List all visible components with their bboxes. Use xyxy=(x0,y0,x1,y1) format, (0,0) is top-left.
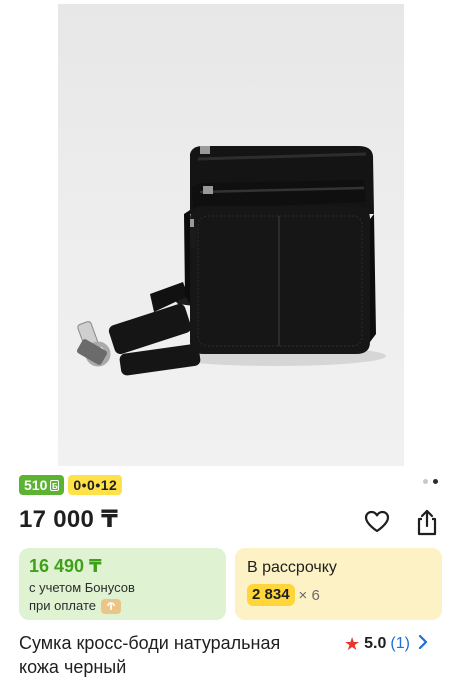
kaspi-pay-icon xyxy=(100,598,121,614)
bonus-price-card[interactable]: 16 490 ₸ с учетом Бонусов при оплате xyxy=(19,548,226,620)
star-icon: ★ xyxy=(344,633,361,654)
favorite-heart-icon xyxy=(364,510,390,533)
bonus-note-line1: с учетом Бонусов xyxy=(29,580,135,595)
product-price: 17 000 ₸ xyxy=(19,506,119,533)
share-icon xyxy=(417,509,437,536)
product-title-line1: Сумка кросс-боди натуральная xyxy=(19,633,281,653)
bonus-price: 16 490 ₸ xyxy=(29,556,102,576)
carousel-dot xyxy=(423,479,428,484)
installment-title: В рассрочку xyxy=(247,559,337,576)
installment-badge: 0•0•12 xyxy=(68,475,123,495)
carousel-indicator xyxy=(423,479,438,484)
bonus-badge-value: 510 xyxy=(24,477,48,493)
installment-card[interactable]: В рассрочку 2 834 × 6 xyxy=(235,548,442,620)
product-rating[interactable]: ★ 5.0 (1) xyxy=(344,633,428,654)
product-title-line2: кожа черный xyxy=(19,657,127,677)
bonus-coin-icon: Б xyxy=(50,479,60,491)
bonus-badge: 510 Б xyxy=(19,475,65,495)
product-title: Сумка кросс-боди натуральная кожа черный xyxy=(19,631,329,679)
carousel-dot-active xyxy=(433,479,438,484)
review-count[interactable]: (1) xyxy=(390,635,410,653)
share-button[interactable] xyxy=(412,507,442,537)
product-photo-area[interactable] xyxy=(0,0,462,466)
bonus-note-line2: при оплате xyxy=(29,598,96,613)
rating-score: 5.0 xyxy=(364,634,387,652)
bag-image xyxy=(76,146,386,376)
installment-amount: 2 834 xyxy=(247,584,295,606)
installment-multiplier: × 6 xyxy=(298,586,320,604)
chevron-right-icon[interactable] xyxy=(418,633,428,654)
favorite-button[interactable] xyxy=(362,507,392,537)
promo-badges: 510 Б 0•0•12 xyxy=(19,475,123,495)
product-photo[interactable] xyxy=(58,4,404,466)
